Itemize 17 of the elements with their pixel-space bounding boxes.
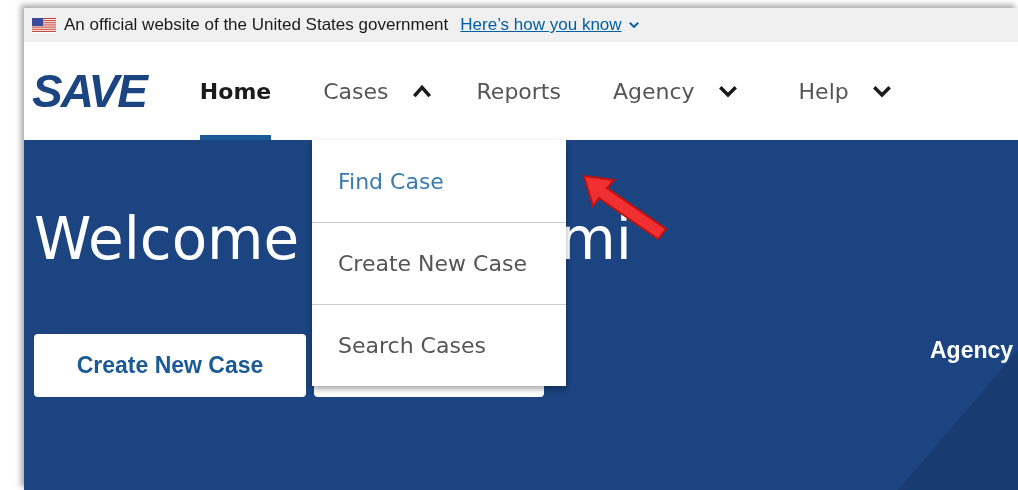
chevron-down-icon[interactable]	[870, 83, 893, 99]
chevron-up-icon[interactable]	[410, 83, 433, 99]
welcome-heading: Welcome	[34, 210, 300, 268]
nav-link[interactable]: Home	[199, 42, 272, 140]
chevron-down-icon[interactable]	[716, 83, 739, 99]
agency-label: Agency	[930, 336, 1014, 365]
nav-link[interactable]: Reports	[476, 42, 561, 140]
dropdown-item[interactable]: Search Cases	[312, 304, 566, 386]
nav-link[interactable]: Agency	[612, 42, 695, 140]
banner-text: An official website of the United States government	[64, 14, 449, 37]
how-you-know-link[interactable]: Here’s how you know	[460, 12, 622, 38]
create-case-button[interactable]: Create New Case	[34, 334, 306, 397]
nav-link[interactable]: Help	[798, 42, 849, 140]
nav-link[interactable]: Cases	[323, 42, 389, 140]
dropdown-item[interactable]: Create New Case	[312, 222, 566, 304]
dropdown-item[interactable]: Find Case	[312, 140, 566, 222]
flag-icon	[32, 17, 56, 33]
